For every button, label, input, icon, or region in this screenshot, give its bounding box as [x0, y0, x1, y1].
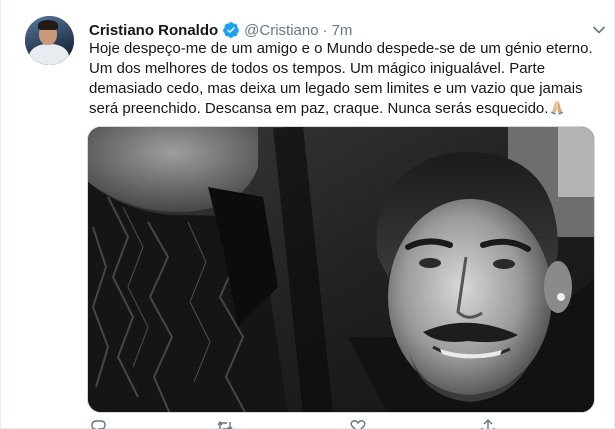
- tweet-text-line: será preenchido. Descansa em paz, craque…: [89, 100, 549, 117]
- tweet-text-line: demasiado cedo, mas deixa um legado sem …: [89, 80, 583, 97]
- author-name[interactable]: Cristiano Ronaldo: [89, 22, 218, 39]
- author-handle[interactable]: @Cristiano: [244, 22, 318, 39]
- share-icon[interactable]: [479, 419, 497, 429]
- tweet-header: Cristiano Ronaldo @Cristiano · 7m: [89, 20, 352, 40]
- tweet-actions: [89, 419, 589, 429]
- tweet-card[interactable]: Cristiano Ronaldo @Cristiano · 7m Hoje d…: [0, 0, 615, 429]
- chevron-down-icon[interactable]: [591, 22, 607, 38]
- tweet-text-line-last: será preenchido. Descansa em paz, craque…: [89, 99, 609, 119]
- folded-hands-emoji: [551, 101, 564, 115]
- reply-icon[interactable]: [89, 419, 107, 429]
- tweet-photo[interactable]: [87, 126, 595, 413]
- tweet-text-line: Hoje despeço-me de um amigo e o Mundo de…: [89, 40, 593, 57]
- verified-badge-icon: [223, 22, 240, 38]
- tweet-text-line: Um dos melhores de todos os tempos. Um m…: [89, 60, 546, 77]
- like-icon[interactable]: [349, 419, 367, 429]
- avatar[interactable]: [25, 16, 74, 65]
- separator-dot: ·: [322, 21, 328, 39]
- black-and-white-photo: [88, 127, 594, 412]
- retweet-icon[interactable]: [216, 419, 234, 429]
- tweet-text: Hoje despeço-me de um amigo e o Mundo de…: [89, 39, 609, 119]
- tweet-timestamp[interactable]: 7m: [332, 22, 353, 39]
